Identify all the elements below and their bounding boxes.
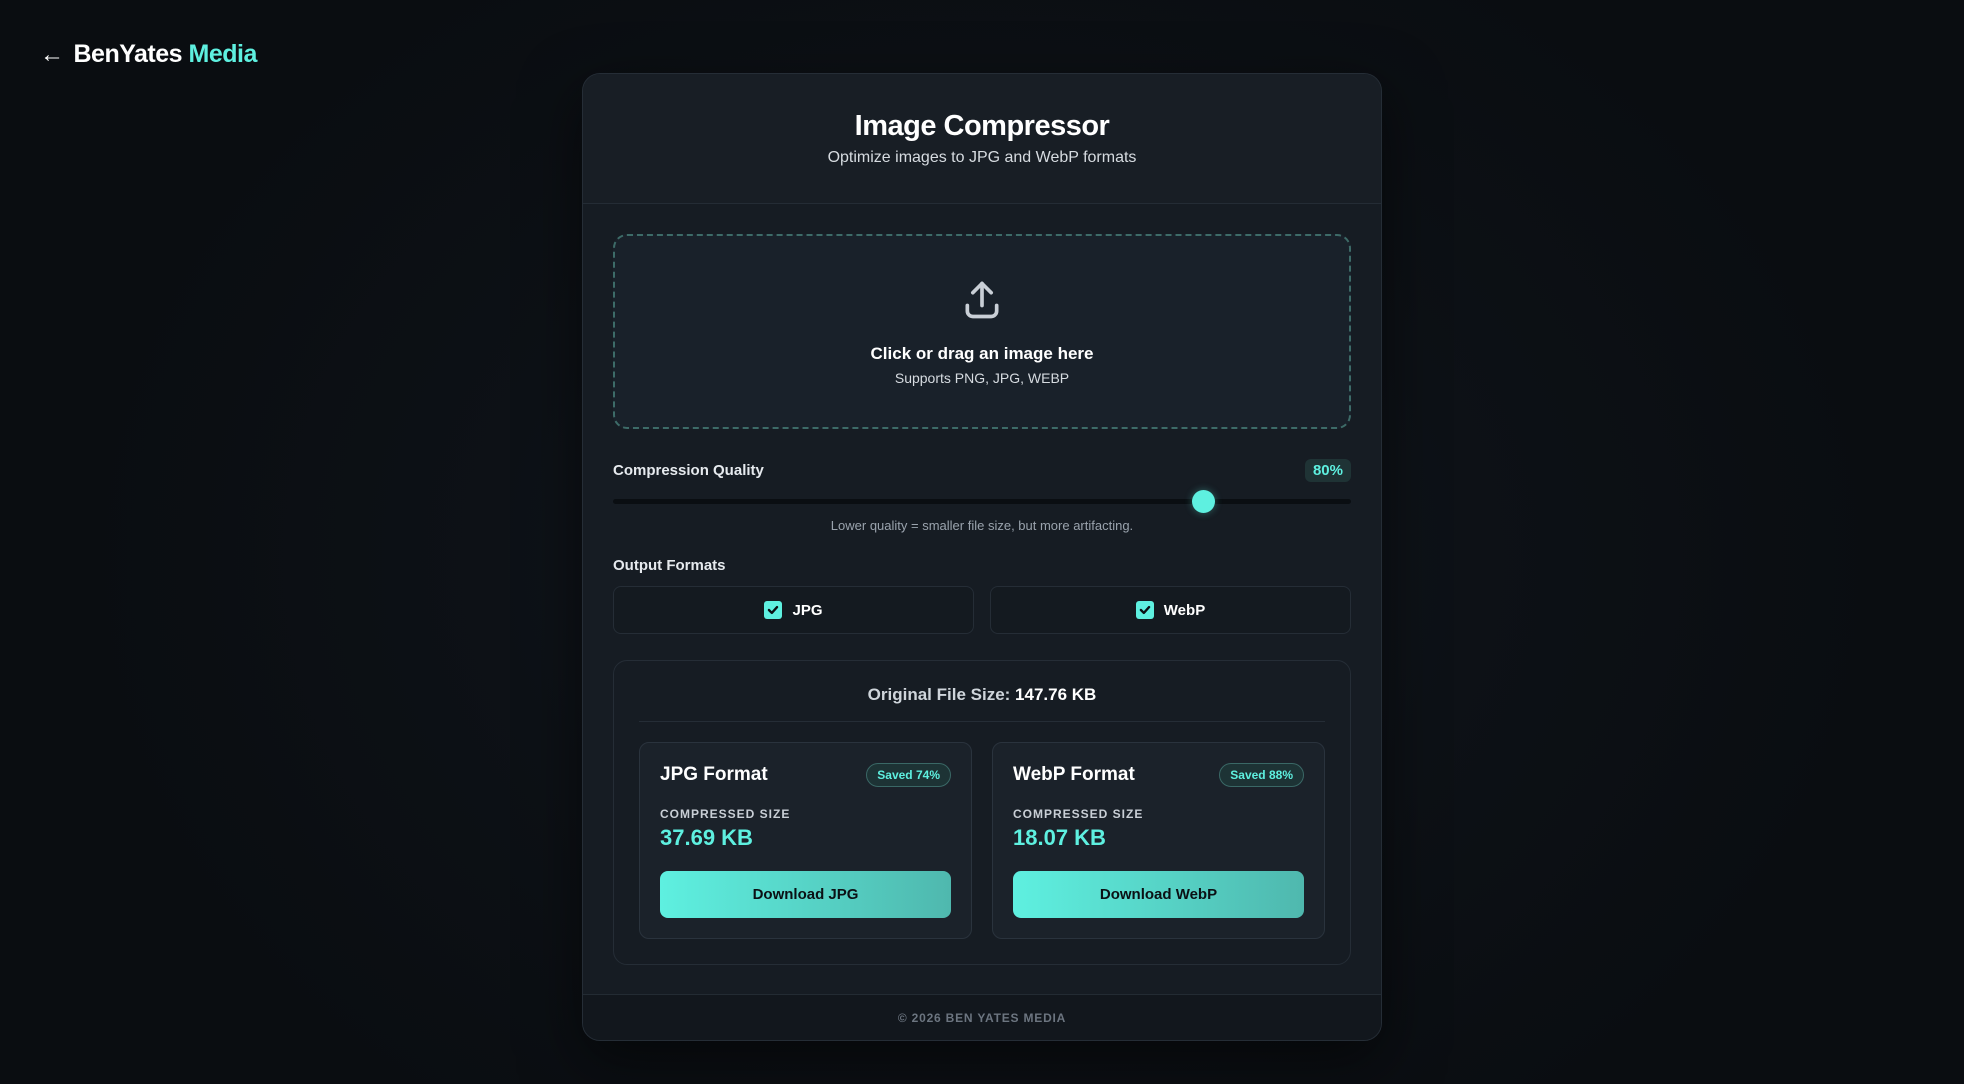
result-card-header: JPG Format Saved 74% [660, 763, 951, 787]
formats-row: JPG WebP [613, 586, 1351, 634]
page-subtitle: Optimize images to JPG and WebP formats [827, 149, 1137, 166]
result-card-jpg: JPG Format Saved 74% COMPRESSED SIZE 37.… [639, 742, 972, 939]
card-footer: © 2026 BEN YATES MEDIA [583, 994, 1381, 1040]
result-card-webp: WebP Format Saved 88% COMPRESSED SIZE 18… [992, 742, 1325, 939]
compressed-size-label: COMPRESSED SIZE [1013, 807, 1144, 821]
checkmark-icon [768, 605, 779, 615]
card-body: Click or drag an image here Supports PNG… [583, 204, 1381, 965]
webp-checkbox[interactable] [1135, 601, 1154, 619]
saved-badge: Saved 74% [866, 763, 951, 787]
dropzone-subtitle: Supports PNG, JPG, WEBP [894, 369, 1070, 386]
compressed-size-label: COMPRESSED SIZE [660, 807, 791, 821]
brand-name: BenYates Media [73, 40, 258, 69]
format-option-label: JPG [792, 601, 823, 619]
compressor-card: Image Compressor Optimize images to JPG … [582, 73, 1382, 1041]
quality-value-badge: 80% [1304, 459, 1351, 482]
brand-name-part2: Media [188, 40, 258, 68]
format-option-label: WebP [1163, 601, 1206, 619]
quality-slider[interactable] [613, 486, 1351, 516]
result-cards: JPG Format Saved 74% COMPRESSED SIZE 37.… [639, 742, 1325, 939]
formats-label: Output Formats [613, 557, 726, 574]
format-option-jpg[interactable]: JPG [613, 586, 974, 634]
result-card-title: JPG Format [660, 764, 768, 785]
download-webp-button[interactable]: Download WebP [1013, 871, 1304, 918]
download-jpg-button[interactable]: Download JPG [660, 871, 951, 918]
slider-thumb[interactable] [1192, 490, 1216, 513]
jpg-checkbox[interactable] [764, 601, 783, 619]
quality-label: Compression Quality [613, 462, 764, 479]
page-title: Image Compressor [854, 110, 1110, 142]
brand-link[interactable]: ← BenYates Media [40, 40, 257, 69]
brand-name-part1: BenYates [73, 40, 183, 68]
card-header: Image Compressor Optimize images to JPG … [583, 74, 1381, 204]
compressed-size-value: 18.07 KB [1013, 825, 1106, 850]
format-option-webp[interactable]: WebP [990, 586, 1351, 634]
result-card-header: WebP Format Saved 88% [1013, 763, 1304, 787]
results-panel: Original File Size: 147.76 KB JPG Format… [613, 660, 1351, 965]
original-size-label: Original File Size: [867, 685, 1011, 704]
dropzone-title: Click or drag an image here [870, 343, 1094, 363]
quality-row: Compression Quality 80% [613, 459, 1351, 482]
original-size-value: 147.76 KB [1015, 685, 1097, 704]
slider-track[interactable] [613, 499, 1351, 504]
checkmark-icon [1139, 605, 1151, 615]
result-card-title: WebP Format [1013, 764, 1135, 785]
compressed-size-value: 37.69 KB [660, 825, 753, 850]
upload-icon [965, 281, 999, 318]
original-size: Original File Size: 147.76 KB [639, 685, 1325, 722]
upload-dropzone[interactable]: Click or drag an image here Supports PNG… [613, 234, 1351, 429]
back-arrow-icon[interactable]: ← [40, 41, 64, 69]
quality-hint: Lower quality = smaller file size, but m… [830, 518, 1134, 533]
saved-badge: Saved 88% [1219, 763, 1304, 787]
